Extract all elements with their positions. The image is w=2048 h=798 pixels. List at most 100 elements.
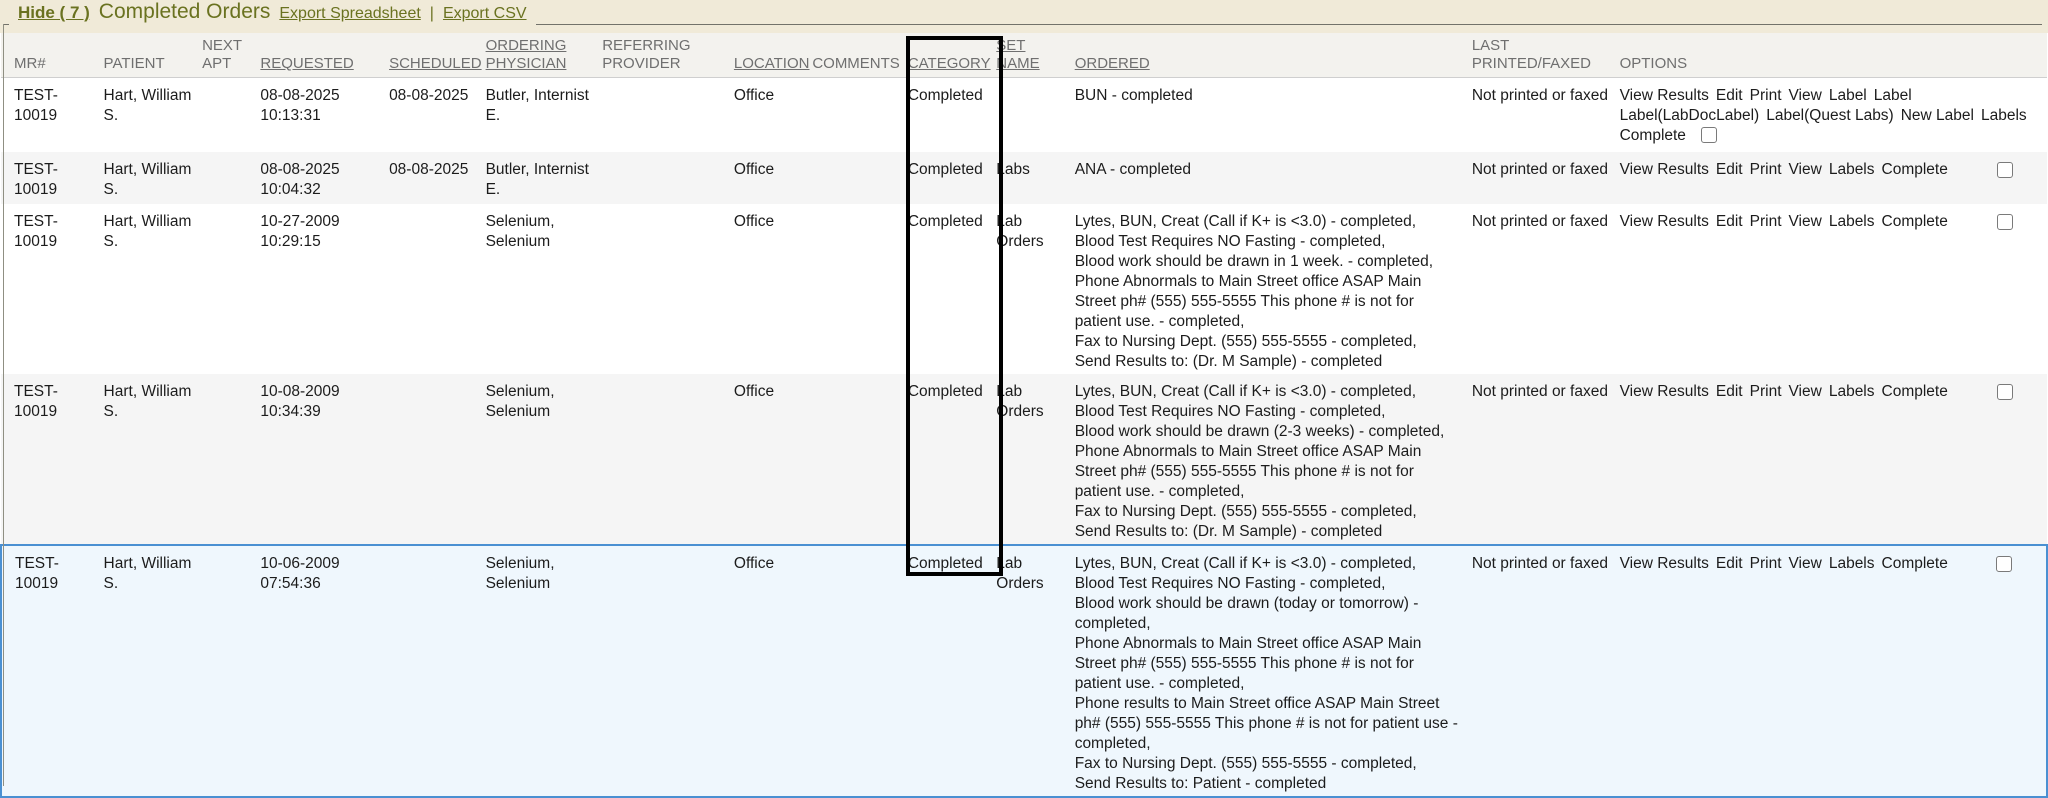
option-link-view[interactable]: View [1789,554,1822,574]
complete-checkbox[interactable] [1997,214,2013,230]
option-link-print[interactable]: Print [1750,382,1782,402]
ordered-item: Phone Abnormals to Main Street office AS… [1075,634,1464,694]
export-csv-link[interactable]: Export CSV [443,5,527,23]
cell-comments [812,152,908,204]
cell-requested: 08-08-2025 10:04:32 [260,152,389,204]
column-header-label: MR# [14,55,46,72]
cell-next-apt [202,545,260,797]
cell-last-printed-faxed: Not printed or faxed [1472,374,1620,545]
complete-checkbox[interactable] [1997,162,2013,178]
cell-scheduled: 08-08-2025 [389,152,486,204]
option-link-label[interactable]: Label [1829,86,1867,106]
column-header-label[interactable]: SCHEDULED [389,55,482,72]
column-header-label[interactable]: ORDERED [1075,55,1150,72]
option-link-view-results[interactable]: View Results [1620,86,1709,106]
option-link-edit[interactable]: Edit [1716,212,1743,232]
option-link-view-results[interactable]: View Results [1620,382,1709,402]
option-link-view-results[interactable]: View Results [1620,160,1709,180]
option-link-view[interactable]: View [1789,382,1822,402]
header-row: MR#PATIENTNEXT APTREQUESTEDSCHEDULEDORDE… [1,33,2047,78]
cell-location: Office [734,204,812,374]
option-link-view-results[interactable]: View Results [1620,554,1709,574]
completed-orders-table: MR#PATIENTNEXT APTREQUESTEDSCHEDULEDORDE… [0,33,2048,798]
column-header-last-printed: LAST PRINTED/FAXED [1472,33,1620,78]
option-link-edit[interactable]: Edit [1716,86,1743,106]
column-header-label: COMMENTS [812,55,900,72]
cell-comments [812,204,908,374]
option-link-view[interactable]: View [1789,212,1822,232]
ordered-item: Fax to Nursing Dept. (555) 555-5555 - co… [1075,332,1464,352]
ordered-item: Send Results to: Patient - completed [1075,774,1464,794]
option-link-label-labdoclabel[interactable]: Label(LabDocLabel) [1620,106,1760,126]
option-link-print[interactable]: Print [1750,554,1782,574]
complete-checkbox[interactable] [1997,384,2013,400]
option-link-view[interactable]: View [1789,160,1822,180]
cell-location: Office [734,545,812,797]
option-link-edit[interactable]: Edit [1716,554,1743,574]
complete-checkbox[interactable] [1701,127,1717,143]
option-link-labels[interactable]: Labels [1829,382,1875,402]
column-header-label[interactable]: LOCATION [734,55,810,72]
cell-ordering-physician: Selenium, Selenium [486,204,603,374]
cell-requested: 10-08-2009 10:34:39 [260,374,389,545]
ordered-item: Lytes, BUN, Creat (Call if K+ is <3.0) -… [1075,382,1464,402]
option-link-complete[interactable]: Complete [1620,126,1686,146]
option-link-complete[interactable]: Complete [1882,554,1948,574]
ordered-item: ANA - completed [1075,160,1464,180]
option-link-edit[interactable]: Edit [1716,160,1743,180]
ordered-item: Blood Test Requires NO Fasting - complet… [1075,232,1464,252]
cell-last-printed-faxed: Not printed or faxed [1472,152,1620,204]
cell-category: Completed [908,374,996,545]
cell-next-apt [202,152,260,204]
option-link-labels[interactable]: Labels [1981,106,2027,126]
ordered-item: Lytes, BUN, Creat (Call if K+ is <3.0) -… [1075,212,1464,232]
completed-orders-legend: Hide ( 7 ) Completed Orders Export Sprea… [0,0,2048,33]
cell-category: Completed [908,545,996,797]
option-link-labels[interactable]: Labels [1829,554,1875,574]
column-header-label: NEXT APT [202,37,242,72]
cell-scheduled [389,204,486,374]
option-link-view-results[interactable]: View Results [1620,212,1709,232]
cell-set-name: Labs [996,152,1074,204]
column-header-scheduled[interactable]: SCHEDULED [389,33,486,78]
cell-mr: TEST-10019 [1,152,104,204]
option-link-labels[interactable]: Labels [1829,160,1875,180]
link-separator: | [430,5,434,23]
hide-orders-link[interactable]: Hide ( 7 ) [18,3,90,23]
cell-set-name: Lab Orders [996,545,1074,797]
column-header-requested[interactable]: REQUESTED [260,33,389,78]
option-link-print[interactable]: Print [1750,160,1782,180]
option-link-label[interactable]: Label [1874,86,1912,106]
option-link-new-label[interactable]: New Label [1901,106,1974,126]
column-header-label[interactable]: SET NAME [996,37,1039,72]
cell-options: View ResultsEditPrintViewLabelLabelLabel… [1620,78,2047,152]
cell-options: View Results Edit Print View Labels Complete [1620,545,2047,797]
column-header-referring-provider: REFERRING PROVIDER [602,33,734,78]
orders-table-header: MR#PATIENTNEXT APTREQUESTEDSCHEDULEDORDE… [1,33,2047,78]
complete-checkbox[interactable] [1996,556,2012,572]
cell-referring-provider [602,78,734,152]
option-link-complete[interactable]: Complete [1882,212,1948,232]
column-header-label[interactable]: ORDERING PHYSICIAN [486,37,567,72]
option-link-label-quest-labs[interactable]: Label(Quest Labs) [1766,106,1894,126]
column-header-ordering-physician[interactable]: ORDERING PHYSICIAN [486,33,603,78]
export-spreadsheet-link[interactable]: Export Spreadsheet [279,5,420,23]
cell-set-name: Lab Orders [996,204,1074,374]
option-link-print[interactable]: Print [1750,212,1782,232]
column-header-location[interactable]: LOCATION [734,33,812,78]
cell-referring-provider [602,545,734,797]
option-link-complete[interactable]: Complete [1882,382,1948,402]
column-header-label[interactable]: REQUESTED [260,55,353,72]
column-header-label[interactable]: CATEGORY [908,55,991,72]
option-link-labels[interactable]: Labels [1829,212,1875,232]
column-header-category[interactable]: CATEGORY [908,33,996,78]
column-header-set-name[interactable]: SET NAME [996,33,1074,78]
cell-scheduled: 08-08-2025 [389,78,486,152]
option-link-view[interactable]: View [1789,86,1822,106]
option-link-print[interactable]: Print [1750,86,1782,106]
column-header-ordered[interactable]: ORDERED [1075,33,1472,78]
ordered-item: Phone Abnormals to Main Street office AS… [1075,442,1464,502]
option-link-edit[interactable]: Edit [1716,382,1743,402]
cell-referring-provider [602,374,734,545]
option-link-complete[interactable]: Complete [1882,160,1948,180]
